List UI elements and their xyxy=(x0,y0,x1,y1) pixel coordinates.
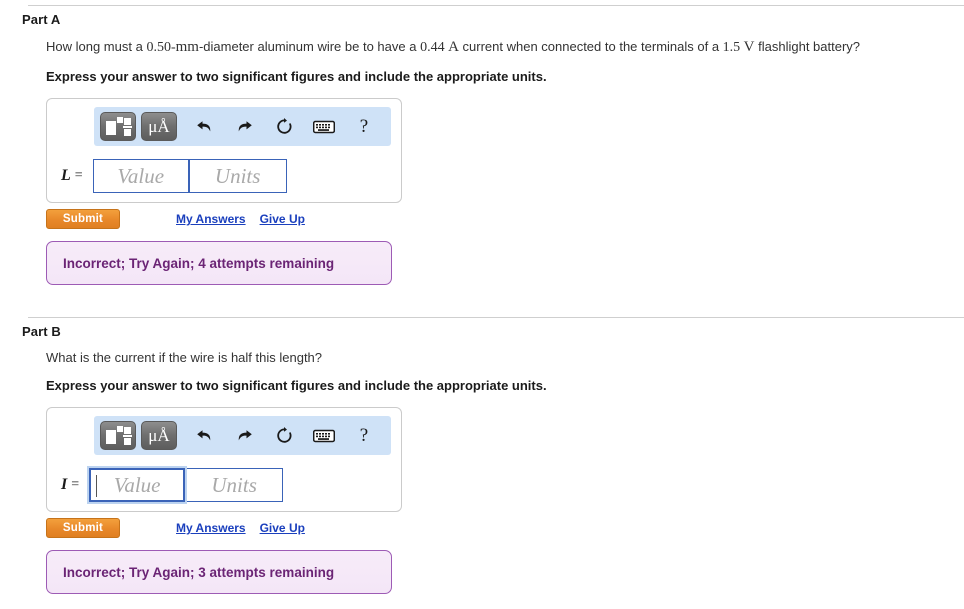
section-divider-top xyxy=(28,5,964,6)
part-a-my-answers-link[interactable]: My Answers xyxy=(176,212,246,226)
question-number-1: 0.50- xyxy=(146,40,176,55)
part-a-input-row: L = Value Units xyxy=(47,159,401,194)
problem-page: Part A How long must a 0.50-mm-diameter … xyxy=(0,0,964,609)
math-template-icon[interactable] xyxy=(100,421,136,451)
help-label: ? xyxy=(359,116,369,138)
part-b-section: Part B What is the current if the wire i… xyxy=(0,324,964,595)
part-a-value-input[interactable]: Value xyxy=(92,159,189,194)
redo-icon[interactable] xyxy=(226,112,262,141)
section-divider-part-b xyxy=(28,317,964,318)
part-a-links: My Answers Give Up xyxy=(176,212,305,226)
question-text-1: How long must a xyxy=(46,39,147,54)
part-b-give-up-link[interactable]: Give Up xyxy=(260,521,305,535)
part-b-title: Part B xyxy=(22,324,61,339)
part-a-math-toolbar: μÅ ? xyxy=(94,107,391,147)
question-text-2: -diameter aluminum wire be to have a xyxy=(198,39,421,54)
part-a-give-up-link[interactable]: Give Up xyxy=(260,212,305,226)
part-b-value-placeholder: Value xyxy=(113,472,161,497)
part-b-answer-panel: μÅ ? I = Value Units xyxy=(46,407,402,513)
help-icon[interactable]: ? xyxy=(346,421,382,450)
reset-icon[interactable] xyxy=(266,421,302,450)
part-a-instruction: Express your answer to two significant f… xyxy=(46,68,547,84)
units-label: μÅ xyxy=(148,425,170,445)
undo-icon[interactable] xyxy=(186,421,222,450)
question-number-2: 0.44 xyxy=(420,40,449,55)
redo-icon[interactable] xyxy=(226,421,262,450)
question-unit-a: A xyxy=(448,39,459,55)
part-b-input-row: I = Value Units xyxy=(47,468,401,503)
micro-angstrom-units-icon[interactable]: μÅ xyxy=(141,421,177,451)
part-a-variable-label: L xyxy=(61,167,71,185)
question-text-4: flashlight battery? xyxy=(754,39,861,54)
question-unit-mm: mm xyxy=(175,39,199,55)
part-b-instruction: Express your answer to two significant f… xyxy=(46,377,547,393)
math-template-icon[interactable] xyxy=(100,112,136,142)
part-a-units-input[interactable]: Units xyxy=(188,159,287,194)
part-a-section: Part A How long must a 0.50-mm-diameter … xyxy=(0,12,964,286)
template-glyph xyxy=(106,425,132,446)
part-b-my-answers-link[interactable]: My Answers xyxy=(176,521,246,535)
part-b-variable-label: I xyxy=(61,476,68,494)
question-unit-v: V xyxy=(743,39,755,55)
part-b-feedback-banner: Incorrect; Try Again; 3 attempts remaini… xyxy=(46,550,392,595)
part-b-submit-row: Submit My Answers Give Up xyxy=(46,518,964,539)
part-b-equals-sign: = xyxy=(71,477,80,493)
part-a-feedback-banner: Incorrect; Try Again; 4 attempts remaini… xyxy=(46,241,392,286)
undo-icon[interactable] xyxy=(186,112,222,141)
help-icon[interactable]: ? xyxy=(346,112,382,141)
part-a-equals-sign: = xyxy=(74,168,83,184)
micro-angstrom-units-icon[interactable]: μÅ xyxy=(141,112,177,142)
part-b-submit-button[interactable]: Submit xyxy=(46,518,120,539)
keyboard-icon[interactable] xyxy=(306,112,342,141)
part-a-title: Part A xyxy=(22,12,61,27)
part-a-submit-button[interactable]: Submit xyxy=(46,209,120,230)
question-number-3: 1.5 xyxy=(722,40,744,55)
template-glyph xyxy=(106,116,132,137)
part-b-links: My Answers Give Up xyxy=(176,521,305,535)
part-b-units-input[interactable]: Units xyxy=(185,468,284,503)
part-a-question: How long must a 0.50-mm-diameter aluminu… xyxy=(46,37,964,58)
question-text-3: current when connected to the terminals … xyxy=(458,39,723,54)
units-label: μÅ xyxy=(148,116,170,136)
reset-icon[interactable] xyxy=(266,112,302,141)
part-b-math-toolbar: μÅ ? xyxy=(94,416,391,456)
text-cursor xyxy=(96,475,98,498)
keyboard-icon[interactable] xyxy=(306,421,342,450)
part-a-answer-panel: μÅ ? L = Value Units xyxy=(46,98,402,204)
part-b-value-input[interactable]: Value xyxy=(89,468,186,503)
part-b-question: What is the current if the wire is half … xyxy=(46,350,323,365)
help-label: ? xyxy=(359,425,369,447)
part-a-submit-row: Submit My Answers Give Up xyxy=(46,209,964,230)
